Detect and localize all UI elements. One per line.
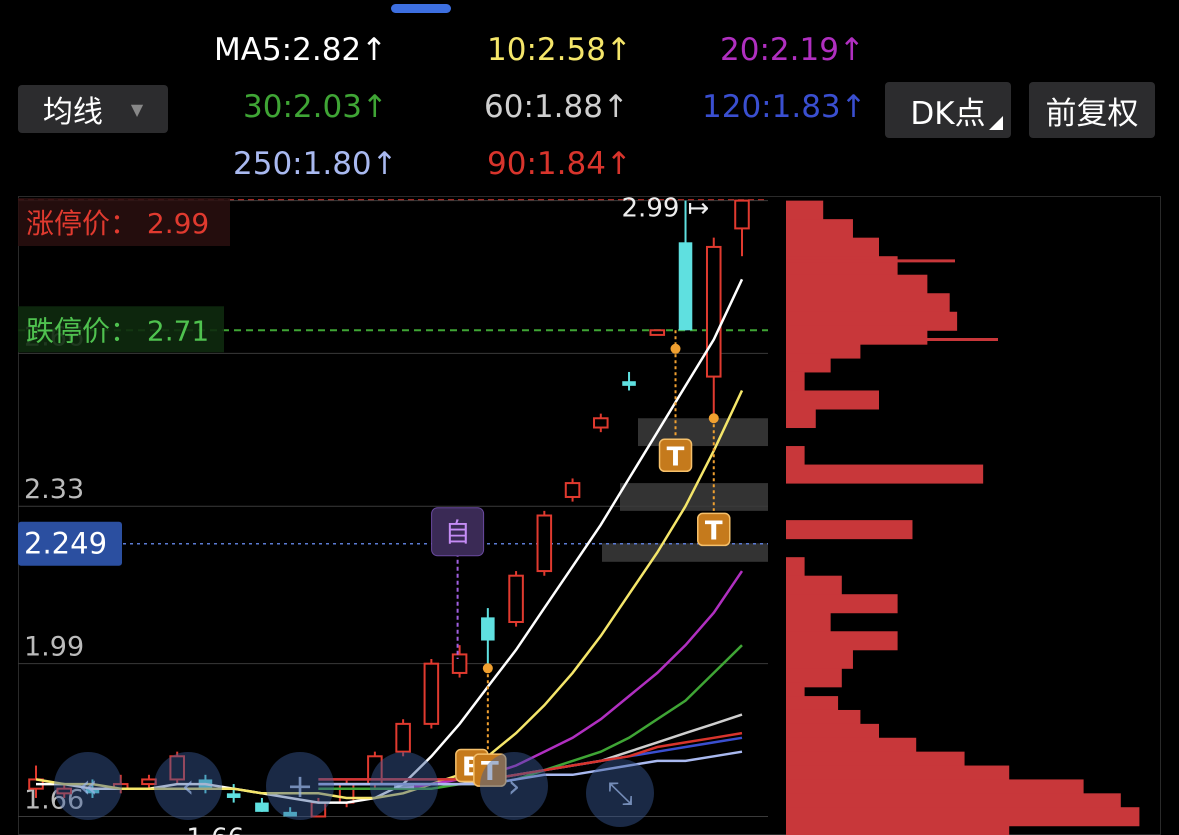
volume-profile-bar [786,237,879,257]
kline-chart[interactable]: 2.992.331.991.662.662.249TTBT自2.99↦1.66涨… [18,196,1161,835]
marker-dot [670,343,681,354]
t-marker: T [697,512,731,546]
dk-point-label: DK点 [910,95,986,132]
price-axis-label: 1.99 [24,632,84,663]
volume-profile-bar [786,353,831,373]
ma-line-ma10 [35,389,744,800]
ma-selector-label: 均线 [42,95,103,130]
volume-profile-bar [786,371,805,391]
volume-profile-bar [786,631,898,651]
candle-body [536,514,553,573]
candle-body [705,245,722,378]
volume-profile-bar [786,293,950,313]
nav-zoom-out-icon: − [391,767,418,805]
volume-profile-bar [786,219,853,239]
volume-profile-bar [786,446,805,466]
drag-handle[interactable] [391,4,451,13]
forward-adjust-label: 前复权 [1045,95,1139,132]
candle-body [649,329,666,336]
nav-next-icon: › [508,767,521,805]
candle-body [395,722,411,753]
nav-zoom-in-icon: + [287,767,314,805]
volume-profile-bar [786,464,984,484]
price-axis-label: 2.33 [24,474,84,505]
ma-indicator-ma90: 90:1.84↑ [487,146,632,182]
ma-indicator-ma120: 120:1.83↑ [702,89,867,125]
candle-body [226,793,241,798]
current-price-label: 2.249 [24,527,107,561]
ma-indicator-ma10: 10:2.58↑ [487,32,632,68]
limit-down-label: 跌停价： 2.71 [26,314,209,347]
candle-body [481,617,495,641]
nav-prev-icon: ‹ [182,767,195,805]
corner-triangle-icon [989,116,1003,130]
t-marker: T [658,438,693,472]
t-marker-label: T [667,442,685,472]
marker-dot [482,663,493,674]
candle-body [508,574,524,623]
candle-body [678,242,693,331]
candle-body [255,802,269,812]
ma-selector-dropdown[interactable]: 均线 ▼ [18,85,168,133]
candle-body [451,653,468,674]
nav-reset-icon: ⤡ [607,774,633,812]
price-zone [602,543,768,562]
high-price-marker: 2.99 [622,196,680,224]
marker-dot [708,413,719,424]
volume-profile-bar [786,200,824,220]
volume-profile-bar [786,256,898,276]
ma-indicator-ma250: 250:1.80↑ [233,146,398,182]
t-marker-label: T [705,516,723,546]
candle-body [423,662,440,725]
candle-body [734,199,750,230]
candle-body [338,783,355,804]
chart-border [18,196,1161,835]
volume-profile-bar [786,575,842,595]
ma-indicator-ma30: 30:2.03↑ [243,89,388,125]
forward-adjust-button[interactable]: 前复权 [1029,82,1155,138]
volume-profile-bar [786,390,879,410]
ma-indicator-ma60: 60:1.88↑ [484,89,629,125]
candle-body [622,381,636,386]
volume-profile-bar [786,409,816,429]
dk-point-button[interactable]: DK点 [885,82,1011,138]
dropdown-caret-icon: ▼ [130,99,144,119]
candle-body [593,417,609,429]
volume-profile-bar [786,557,805,577]
high-price-arrow: ↦ [688,196,710,224]
low-price-marker: 1.66 [186,823,244,835]
candle-body [564,482,581,498]
self-marker-label: 自 [445,519,471,549]
limit-up-label: 涨停价： 2.99 [26,207,209,240]
chart-svg[interactable]: 2.992.331.991.662.662.249TTBT自2.99↦1.66涨… [18,196,1161,835]
volume-profile-bar [786,520,913,540]
volume-profile-bar [786,274,928,294]
candle-body [141,778,157,786]
volume-profile-bar [786,594,898,614]
nav-rewind-icon: « [78,767,98,805]
ma-indicator-ma5: MA5:2.82↑ [214,32,388,68]
ma-line-ma5 [36,278,744,804]
volume-profile-bar [786,821,1010,835]
volume-profile-bar [786,649,853,669]
volume-profile-bar [786,612,831,632]
ma-indicator-ma20: 20:2.19↑ [720,32,865,68]
